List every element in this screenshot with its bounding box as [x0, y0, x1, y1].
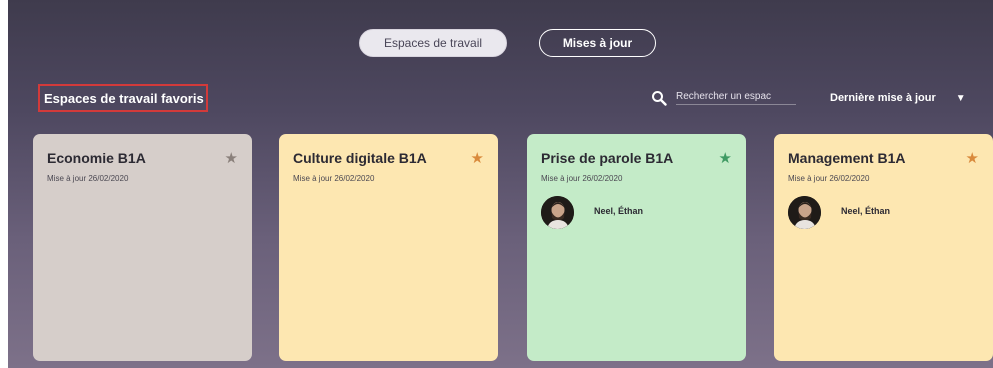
card-title: Economie B1A [47, 150, 146, 166]
avatar-photo-icon [541, 196, 574, 229]
member-name: Neel, Éthan [594, 205, 644, 216]
avatar-photo-icon [788, 196, 821, 229]
member-row: Neel, Éthan [788, 196, 979, 229]
member-name: Neel, Éthan [841, 205, 891, 216]
sort-label: Dernière mise à jour [830, 92, 936, 104]
tab-updates[interactable]: Mises à jour [539, 29, 656, 57]
workspace-card-culture-digitale[interactable]: Culture digitale B1A Mise à jour 26/02/2… [279, 134, 498, 361]
workspace-card-management[interactable]: Management B1A Mise à jour 26/02/2020 ★ … [774, 134, 993, 361]
star-icon[interactable]: ★ [966, 149, 979, 167]
workspace-card-prise-de-parole[interactable]: Prise de parole B1A Mise à jour 26/02/20… [527, 134, 746, 361]
chevron-down-icon: ▼ [955, 92, 966, 104]
section-title: Espaces de travail favoris [38, 84, 208, 112]
card-date: Mise à jour 26/02/2020 [788, 174, 870, 183]
card-title: Culture digitale B1A [293, 150, 427, 166]
card-date: Mise à jour 26/02/2020 [47, 174, 129, 183]
app-window: Espaces de travail Mises à jour Espaces … [8, 0, 993, 368]
tab-bar: Espaces de travail Mises à jour [8, 29, 993, 59]
section-title-text: Espaces de travail favoris [44, 90, 204, 106]
star-icon[interactable]: ★ [225, 149, 238, 167]
card-title: Management B1A [788, 150, 906, 166]
sort-dropdown[interactable]: Dernière mise à jour ▼ [830, 88, 966, 108]
search-bar [651, 88, 803, 108]
tab-workspaces[interactable]: Espaces de travail [359, 29, 507, 57]
workspace-card-economie[interactable]: Economie B1A Mise à jour 26/02/2020 ★ [33, 134, 252, 361]
card-title: Prise de parole B1A [541, 150, 674, 166]
search-input[interactable] [676, 91, 796, 105]
avatar [541, 196, 574, 229]
member-row: Neel, Éthan [541, 196, 732, 229]
card-date: Mise à jour 26/02/2020 [293, 174, 375, 183]
star-icon[interactable]: ★ [719, 149, 732, 167]
card-date: Mise à jour 26/02/2020 [541, 174, 623, 183]
star-icon[interactable]: ★ [471, 149, 484, 167]
avatar [788, 196, 821, 229]
search-icon[interactable] [651, 90, 667, 106]
